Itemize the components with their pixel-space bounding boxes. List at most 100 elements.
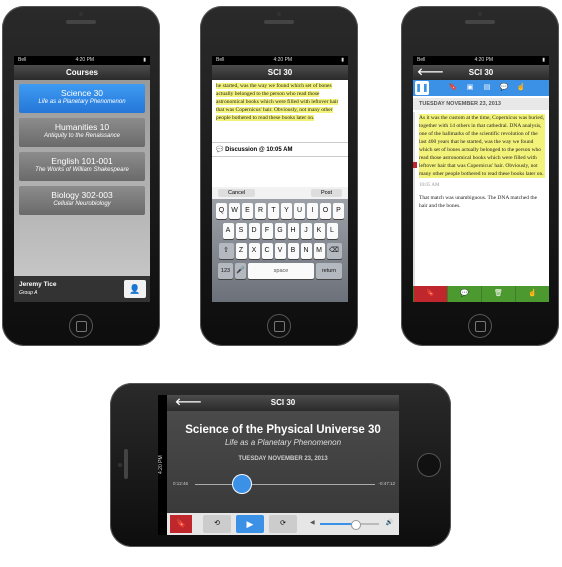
course-title: Humanities 10: [54, 122, 110, 132]
course-title: Science 30: [60, 88, 104, 98]
pause-icon[interactable]: ❚❚: [415, 81, 429, 95]
reading-text: As it was the custom at the time, Copern…: [413, 112, 549, 288]
tool-bar: ❚❚ 🔖 ▣ ▤ 💬 ☝: [413, 80, 549, 96]
bookmark-icon[interactable]: 🔖: [447, 83, 459, 93]
keyboard-row-4: 123 🎤 space return: [212, 263, 348, 279]
carrier: Bell: [417, 57, 426, 63]
key-w[interactable]: W: [229, 203, 240, 219]
course-item-biology-302[interactable]: Biology 302-003 Cellular Neurobiology: [19, 186, 145, 215]
screen: 4:20 PM 🡐 SCI 30 Science of the Physical…: [158, 395, 399, 535]
volume-slider[interactable]: [320, 520, 379, 530]
key-q[interactable]: Q: [216, 203, 227, 219]
course-subtitle: Antiquity to the Renaissance: [43, 133, 121, 139]
key-s[interactable]: S: [235, 223, 247, 239]
course-item-english-101[interactable]: English 101-001 The Works of William Sha…: [19, 152, 145, 181]
key-e[interactable]: E: [242, 203, 253, 219]
speaker: [264, 20, 294, 24]
status-bar-vertical: 4:20 PM: [158, 395, 167, 535]
numbers-key[interactable]: 123: [218, 263, 233, 279]
cancel-button[interactable]: Cancel: [218, 189, 256, 197]
key-g[interactable]: G: [274, 223, 286, 239]
touch-button[interactable]: ☝: [515, 286, 549, 302]
reading-text: he started, was the way we found which s…: [212, 80, 348, 142]
controls-bar: 🔖 ⟲ ▶ ⟳ ◀ 🔊: [167, 513, 399, 535]
user-settings-button[interactable]: 👤: [124, 280, 146, 298]
page-title: SCI 30: [468, 68, 494, 77]
key-t[interactable]: T: [268, 203, 279, 219]
screen: Bell 4:20 PM ▮ Courses Science 30 Life a…: [14, 56, 150, 302]
shift-key[interactable]: ⇧: [218, 243, 234, 259]
touch-icon[interactable]: ☝: [515, 83, 527, 93]
discussion-input[interactable]: [212, 157, 348, 187]
course-item-humanities-10[interactable]: Humanities 10 Antiquity to the Renaissan…: [19, 118, 145, 147]
document-icon[interactable]: ▤: [481, 83, 493, 93]
delete-button[interactable]: 🗑: [481, 286, 515, 302]
note-icon[interactable]: ▣: [464, 83, 476, 93]
return-key[interactable]: return: [316, 263, 342, 279]
key-m[interactable]: M: [313, 243, 325, 259]
speaker: [465, 20, 495, 24]
course-title: English 101-001: [51, 156, 113, 166]
key-v[interactable]: V: [274, 243, 286, 259]
course-list: Science 30 Life as a Planetary Phenomeno…: [14, 80, 150, 276]
progress-knob[interactable]: [232, 475, 251, 493]
play-button[interactable]: ▶: [236, 515, 264, 533]
key-o[interactable]: O: [320, 203, 331, 219]
trash-icon: 🗑: [494, 290, 503, 297]
key-x[interactable]: X: [248, 243, 260, 259]
key-b[interactable]: B: [287, 243, 299, 259]
home-button[interactable]: [267, 314, 291, 338]
key-r[interactable]: R: [255, 203, 266, 219]
key-y[interactable]: Y: [281, 203, 292, 219]
progress-track[interactable]: [195, 475, 375, 493]
discussion-label: Discussion @ 10:05 AM: [225, 147, 293, 153]
key-l[interactable]: L: [326, 223, 338, 239]
key-j[interactable]: J: [300, 223, 312, 239]
chat-icon[interactable]: 💬: [498, 83, 510, 93]
home-button[interactable]: [417, 453, 441, 477]
key-n[interactable]: N: [300, 243, 312, 259]
key-i[interactable]: I: [307, 203, 318, 219]
bookmark-button[interactable]: 🔖: [413, 286, 447, 302]
key-u[interactable]: U: [294, 203, 305, 219]
key-k[interactable]: K: [313, 223, 325, 239]
rewind-30-button[interactable]: ⟲: [203, 515, 231, 533]
volume-knob[interactable]: [351, 520, 362, 530]
home-button[interactable]: [69, 314, 93, 338]
carrier: Bell: [18, 57, 27, 63]
key-a[interactable]: A: [222, 223, 234, 239]
user-gear-icon: 👤: [129, 284, 141, 294]
bookmark-button[interactable]: 🔖: [170, 515, 192, 533]
timestamp: 10:05 AM: [419, 183, 440, 188]
comment-button[interactable]: 💬: [447, 286, 481, 302]
course-subtitle: Cellular Neurobiology: [53, 201, 111, 207]
volume-low-icon: ◀: [310, 520, 315, 526]
speaker: [124, 449, 128, 479]
key-d[interactable]: D: [248, 223, 260, 239]
chat-icon: 💬: [216, 147, 224, 153]
home-button[interactable]: [468, 314, 492, 338]
key-h[interactable]: H: [287, 223, 299, 239]
user-bar: Jeremy Tice Group A 👤: [14, 276, 150, 302]
post-button[interactable]: Post: [310, 189, 342, 197]
space-key[interactable]: space: [248, 263, 314, 279]
page-title: SCI 30: [212, 65, 348, 80]
key-c[interactable]: C: [261, 243, 273, 259]
forward-10-button[interactable]: ⟳: [269, 515, 297, 533]
touch-icon: ☝: [528, 290, 537, 297]
mic-key[interactable]: 🎤: [235, 263, 246, 279]
backspace-key[interactable]: ⌫: [326, 243, 342, 259]
back-arrow-icon[interactable]: 🡐: [175, 395, 202, 411]
discussion-actions: Cancel Post: [212, 187, 348, 199]
key-f[interactable]: F: [261, 223, 273, 239]
course-item-science-30[interactable]: Science 30 Life as a Planetary Phenomeno…: [19, 84, 145, 113]
page-title: Courses: [14, 65, 150, 80]
back-arrow-icon[interactable]: 🡐: [417, 65, 444, 80]
camera: [478, 12, 482, 16]
key-p[interactable]: P: [333, 203, 344, 219]
course-subtitle: Life as a Planetary Phenomenon: [38, 99, 126, 105]
elapsed-time: 0:12:46: [173, 481, 189, 486]
key-z[interactable]: Z: [235, 243, 247, 259]
rewind-30-icon: ⟲: [214, 520, 220, 527]
comment-icon: 💬: [460, 290, 469, 297]
